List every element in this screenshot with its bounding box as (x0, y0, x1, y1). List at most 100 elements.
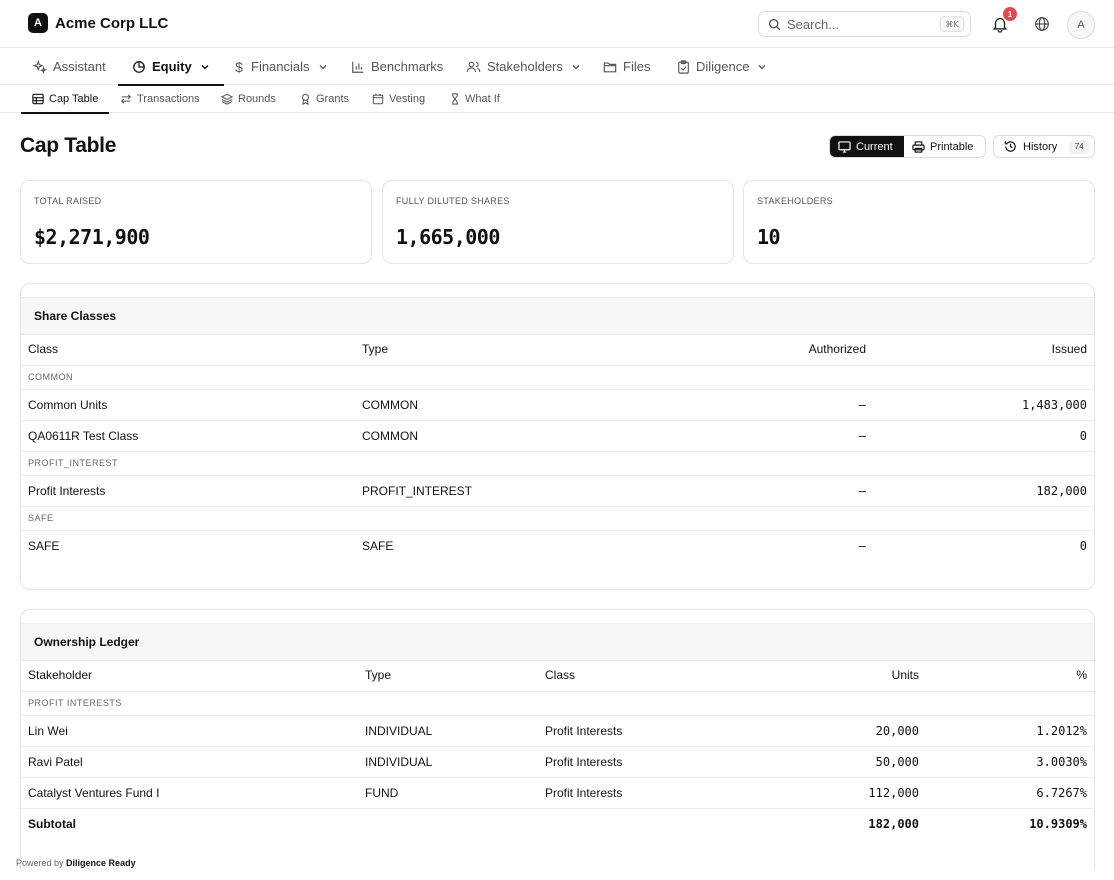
subtotal-label: Subtotal (28, 816, 76, 831)
history-button[interactable]: History 74 (993, 135, 1095, 158)
column-header[interactable]: Class (538, 661, 728, 692)
search-shortcut-badge: ⌘K (940, 16, 964, 32)
nav-label: Assistant (53, 59, 106, 74)
history-icon (1004, 141, 1016, 152)
class-cell: Profit Interests (538, 715, 728, 747)
printable-view-button[interactable]: Printable (904, 136, 981, 157)
group-label: PROFIT INTERESTS (21, 691, 1094, 716)
issued-cell: 1,483,000 (873, 389, 1094, 421)
search-input[interactable] (787, 16, 927, 32)
class-cell: SAFE (28, 538, 60, 553)
stat-value: 1,665,000 (396, 225, 500, 249)
tab-grants[interactable]: Grants (300, 85, 349, 113)
panel-title: Share Classes (21, 297, 1094, 335)
nav-equity[interactable]: Equity (118, 48, 224, 86)
class-cell: Profit Interests (21, 475, 355, 507)
avatar[interactable]: A (1067, 11, 1095, 39)
panel-title: Ownership Ledger (21, 623, 1094, 661)
hourglass-icon (452, 93, 458, 105)
stat-card-total-raised: TOTAL RAISED $2,271,900 (20, 180, 372, 264)
column-header[interactable]: % (926, 661, 1094, 692)
class-cell: Profit Interests (538, 777, 728, 809)
bar-chart-icon (352, 61, 364, 73)
nav-assistant[interactable]: Assistant (33, 48, 106, 85)
nav-files[interactable]: Files (603, 48, 650, 85)
nav-financials[interactable]: $ Financials (233, 48, 328, 85)
group-label: COMMON (21, 365, 1094, 390)
tab-label: Grants (316, 93, 350, 105)
globe-icon[interactable] (1033, 15, 1051, 33)
stat-value: $2,271,900 (34, 225, 150, 249)
nav-stakeholders[interactable]: Stakeholders (466, 48, 581, 85)
stat-card-fully-diluted-shares: FULLY DILUTED SHARES 1,665,000 (382, 180, 734, 264)
stat-card-stakeholders: STAKEHOLDERS 10 (743, 180, 1095, 264)
dollar-icon: $ (235, 58, 243, 75)
calendar-icon (372, 93, 384, 105)
nav-benchmarks[interactable]: Benchmarks (351, 48, 443, 85)
column-header[interactable]: Type (358, 661, 538, 692)
company-name[interactable]: Acme Corp LLC (55, 15, 168, 32)
group-label: SAFE (21, 506, 1094, 531)
printer-icon (912, 140, 925, 153)
issued-cell: 0 (873, 420, 1094, 452)
tab-transactions[interactable]: Transactions (120, 85, 200, 113)
authorized-cell: – (858, 538, 866, 553)
table-icon (32, 93, 44, 105)
button-label: Printable (930, 140, 974, 153)
company-logo[interactable]: A (28, 13, 48, 33)
class-cell: Common Units (21, 389, 355, 421)
history-count-badge: 74 (1069, 139, 1090, 154)
nav-label: Diligence (696, 59, 750, 74)
table-row[interactable]: Catalyst Ventures Fund I FUND Profit Int… (21, 777, 1094, 809)
table-row[interactable]: SAFE SAFE – 0 (21, 530, 1094, 561)
column-header[interactable]: Units (728, 661, 926, 692)
users-icon (466, 61, 481, 72)
issued-cell: 0 (1079, 538, 1087, 553)
column-header[interactable]: Stakeholder (21, 661, 358, 692)
stakeholder-cell: Catalyst Ventures Fund I (21, 777, 358, 809)
footer-brand-link[interactable]: Diligence Ready (66, 858, 136, 868)
nav-diligence[interactable]: Diligence (677, 48, 767, 85)
units-cell: 112,000 (728, 777, 926, 809)
search-box[interactable]: ⌘K (758, 11, 971, 37)
table-row[interactable]: Profit Interests PROFIT_INTEREST – 182,0… (21, 475, 1094, 507)
type-cell: INDIVIDUAL (358, 746, 538, 778)
layers-icon (221, 93, 233, 105)
tab-rounds[interactable]: Rounds (221, 85, 276, 113)
table-row[interactable]: Common Units COMMON – 1,483,000 (21, 389, 1094, 421)
nav-label: Benchmarks (371, 59, 444, 74)
empty-cell (358, 808, 538, 839)
nav-label: Equity (152, 59, 192, 74)
type-cell: COMMON (355, 389, 655, 421)
tab-label: What If (465, 93, 500, 105)
current-view-button[interactable]: Current (830, 136, 904, 157)
notification-badge: 1 (1003, 7, 1017, 21)
view-toggle: Current Printable (829, 135, 986, 158)
powered-by-footer: Powered by Diligence Ready (16, 858, 136, 868)
percent-cell: 3.0030% (926, 746, 1094, 778)
class-cell: QA0611R Test Class (21, 420, 355, 452)
table-row[interactable]: Ravi Patel INDIVIDUAL Profit Interests 5… (21, 746, 1094, 778)
tab-label: Rounds (238, 93, 276, 105)
column-header[interactable]: Issued (873, 335, 1094, 366)
tab-vesting[interactable]: Vesting (372, 85, 425, 113)
tab-what-if[interactable]: What If (450, 85, 500, 113)
percent-cell: 1.2012% (926, 715, 1094, 747)
authorized-cell: – (655, 475, 873, 507)
table-row[interactable]: Lin Wei INDIVIDUAL Profit Interests 20,0… (21, 715, 1094, 747)
tab-cap-table[interactable]: Cap Table (20, 85, 110, 114)
column-header[interactable]: Authorized (655, 335, 873, 366)
column-header[interactable]: Class (21, 335, 355, 366)
table-row[interactable]: QA0611R Test Class COMMON – 0 (21, 420, 1094, 452)
empty-cell (538, 808, 728, 839)
tab-label: Vesting (389, 93, 426, 105)
nav-label: Financials (251, 59, 310, 74)
column-header[interactable]: Type (355, 335, 655, 366)
nav-label: Stakeholders (487, 59, 563, 74)
chevron-down-icon (319, 64, 326, 69)
top-bar: A Acme Corp LLC ⌘K 1 A (0, 0, 1114, 48)
main-nav: Assistant Equity $ Financials Benchmarks… (0, 48, 1114, 86)
monitor-icon (838, 140, 851, 153)
percent-cell: 6.7267% (926, 777, 1094, 809)
stat-label: TOTAL RAISED (34, 196, 102, 206)
